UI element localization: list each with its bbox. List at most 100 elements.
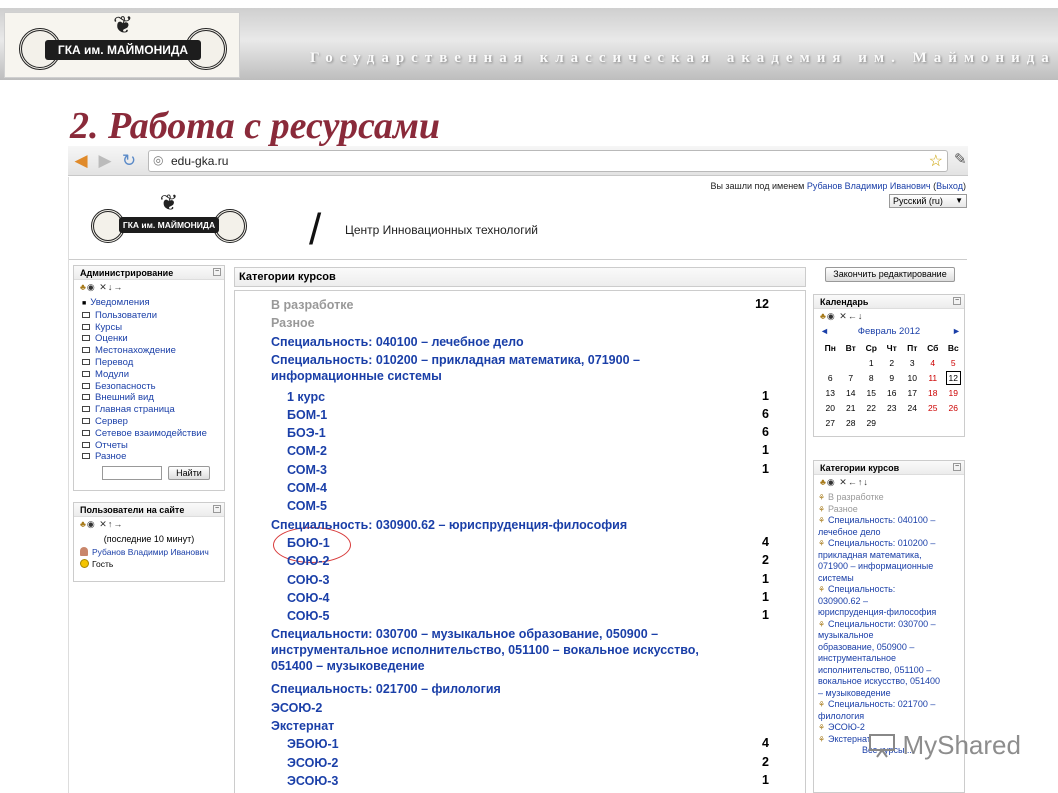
- eye-icon[interactable]: ◉: [87, 519, 96, 530]
- online-user-link[interactable]: Рубанов Владимир Иванович: [92, 547, 209, 557]
- admin-menu-item[interactable]: Пользователи: [82, 310, 224, 322]
- calendar-day[interactable]: 9: [882, 370, 903, 385]
- category-tree-item[interactable]: ⚘ Разное: [818, 504, 964, 516]
- admin-menu-item[interactable]: Разное: [82, 451, 224, 463]
- category-link[interactable]: ЭСОЮ-2: [287, 755, 338, 771]
- calendar-day[interactable]: 15: [861, 385, 882, 400]
- category-link[interactable]: Разное: [271, 315, 315, 331]
- calendar-day[interactable]: 26: [943, 400, 964, 415]
- move-down-icon[interactable]: ↓: [858, 311, 864, 321]
- calendar-day[interactable]: 1: [861, 355, 882, 370]
- admin-menu-item[interactable]: Главная страница: [82, 404, 224, 416]
- calendar-day[interactable]: 7: [841, 370, 862, 385]
- category-tree-item[interactable]: ⚘ Специальности: 030700 – музыкальное обр…: [818, 619, 964, 700]
- category-link[interactable]: Специальность: 030900.62 – юриспруденция…: [271, 517, 627, 533]
- eye-icon[interactable]: ◉: [827, 477, 836, 488]
- calendar-day[interactable]: 3: [902, 355, 923, 370]
- collapse-icon[interactable]: −: [213, 505, 221, 513]
- category-link[interactable]: Специальность: 040100 – лечебное дело: [271, 334, 524, 350]
- user-link[interactable]: Рубанов Владимир Иванович: [807, 181, 931, 191]
- calendar-day[interactable]: 14: [841, 385, 862, 400]
- admin-menu-item[interactable]: Курсы: [82, 322, 224, 334]
- category-link[interactable]: В разработке: [271, 297, 353, 313]
- finish-editing-button[interactable]: Закончить редактирование: [825, 267, 955, 282]
- admin-menu-item[interactable]: Местонахождение: [82, 345, 224, 357]
- move-right-icon[interactable]: →: [113, 282, 123, 292]
- delete-icon[interactable]: ✕: [839, 477, 848, 488]
- prev-month-icon[interactable]: ◄: [820, 326, 829, 336]
- calendar-day[interactable]: 21: [841, 400, 862, 415]
- calendar-day[interactable]: 11: [923, 370, 944, 385]
- category-link[interactable]: БОМ-1: [287, 407, 327, 423]
- collapse-icon[interactable]: −: [953, 297, 961, 305]
- next-month-icon[interactable]: ►: [952, 326, 961, 336]
- category-link[interactable]: СОЮ-5: [287, 608, 329, 624]
- calendar-day[interactable]: 10: [902, 370, 923, 385]
- hat-icon[interactable]: ♣: [80, 519, 87, 529]
- admin-search-input[interactable]: [102, 466, 162, 480]
- category-tree-item[interactable]: ⚘ Специальность: 010200 – прикладная мате…: [818, 538, 964, 584]
- calendar-day[interactable]: 5: [943, 355, 964, 370]
- language-select[interactable]: Русский (ru) ▼: [889, 194, 967, 208]
- calendar-day[interactable]: 13: [820, 385, 841, 400]
- eye-icon[interactable]: ◉: [87, 282, 96, 293]
- category-link[interactable]: Специальность: 010200 – прикладная матем…: [271, 352, 640, 384]
- calendar-month[interactable]: Февраль 2012: [850, 326, 928, 337]
- move-right-icon[interactable]: →: [113, 519, 123, 529]
- category-link[interactable]: СОЮ-2: [287, 553, 329, 569]
- calendar-day[interactable]: 25: [923, 400, 944, 415]
- admin-menu-item[interactable]: Перевод: [82, 357, 224, 369]
- calendar-day[interactable]: 2: [882, 355, 903, 370]
- logout-link[interactable]: Выход: [936, 181, 963, 191]
- calendar-day[interactable]: 6: [820, 370, 841, 385]
- admin-menu-item[interactable]: Сервер: [82, 416, 224, 428]
- category-link[interactable]: СОЮ-3: [287, 572, 329, 588]
- eye-icon[interactable]: ◉: [827, 311, 836, 322]
- admin-menu-item[interactable]: Отчеты: [82, 440, 224, 452]
- calendar-day[interactable]: 19: [943, 385, 964, 400]
- category-link[interactable]: СОМ-4: [287, 480, 327, 496]
- category-link[interactable]: СОМ-3: [287, 462, 327, 478]
- category-link[interactable]: ЭСОЮ-3: [287, 773, 338, 789]
- admin-menu-item[interactable]: Безопасность: [82, 381, 224, 393]
- calendar-day[interactable]: 18: [923, 385, 944, 400]
- admin-menu-item[interactable]: Модули: [82, 369, 224, 381]
- move-down-icon[interactable]: ↓: [863, 477, 869, 487]
- calendar-day[interactable]: 23: [882, 400, 903, 415]
- category-link[interactable]: ЭБОЮ-1: [287, 736, 339, 752]
- admin-menu-item[interactable]: Сетевое взаимодействие: [82, 428, 224, 440]
- category-tree-item[interactable]: ⚘ Специальность: 040100 – лечебное дело: [818, 515, 964, 538]
- calendar-day[interactable]: 24: [902, 400, 923, 415]
- category-link[interactable]: Экстернат: [271, 718, 334, 734]
- search-button[interactable]: Найти: [168, 466, 210, 480]
- calendar-day[interactable]: 22: [861, 400, 882, 415]
- category-link[interactable]: БОЮ-1: [287, 535, 330, 551]
- calendar-day[interactable]: 28: [841, 415, 862, 430]
- calendar-day[interactable]: 17: [902, 385, 923, 400]
- category-tree-item[interactable]: ⚘ Специальность: 021700 – филология: [818, 699, 964, 722]
- calendar-day[interactable]: 27: [820, 415, 841, 430]
- forward-arrow-icon[interactable]: ▶: [94, 150, 116, 172]
- move-left-icon[interactable]: ←: [848, 311, 858, 321]
- wrench-icon[interactable]: ✎: [954, 150, 967, 168]
- calendar-day[interactable]: 12: [943, 370, 964, 385]
- delete-icon[interactable]: ✕: [839, 311, 848, 322]
- category-link[interactable]: СОМ-2: [287, 443, 327, 459]
- collapse-icon[interactable]: −: [213, 268, 221, 276]
- calendar-day[interactable]: 29: [861, 415, 882, 430]
- collapse-icon[interactable]: −: [953, 463, 961, 471]
- category-link[interactable]: СОЮ-4: [287, 590, 329, 606]
- category-link[interactable]: ЭСОЮ-2: [271, 700, 322, 716]
- hat-icon[interactable]: ♣: [80, 282, 87, 292]
- delete-icon[interactable]: ✕: [99, 519, 108, 530]
- delete-icon[interactable]: ✕: [99, 282, 108, 293]
- admin-menu-item[interactable]: Оценки: [82, 333, 224, 345]
- site-logo[interactable]: ❦ ГКА им. МАЙМОНИДА: [91, 191, 247, 253]
- admin-menu-item[interactable]: Внешний вид: [82, 392, 224, 404]
- category-link[interactable]: БОЭ-1: [287, 425, 326, 441]
- address-bar[interactable]: ◎ edu-gka.ru ☆: [148, 150, 948, 172]
- move-left-icon[interactable]: ←: [848, 477, 858, 487]
- category-link[interactable]: Специальность: 021700 – филология: [271, 681, 501, 697]
- calendar-day[interactable]: 4: [923, 355, 944, 370]
- calendar-day[interactable]: 20: [820, 400, 841, 415]
